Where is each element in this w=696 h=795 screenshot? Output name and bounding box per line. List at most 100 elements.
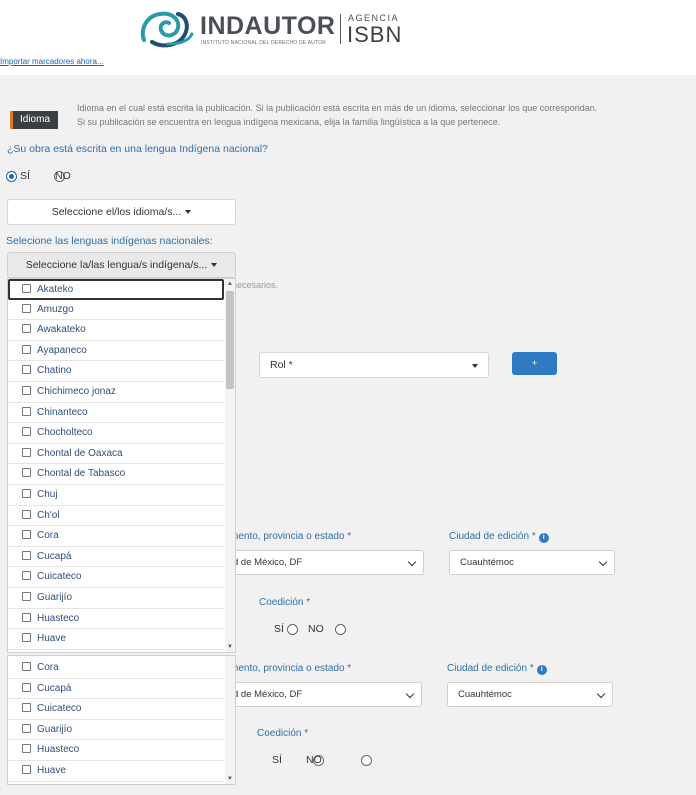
language-option[interactable]: Chontal de Oaxaca xyxy=(8,444,224,465)
language-option[interactable]: Amuzgo xyxy=(8,300,224,321)
language-option[interactable]: Cucapá xyxy=(8,679,224,700)
checkbox-icon[interactable] xyxy=(22,447,31,457)
language-option-label: Cora xyxy=(37,530,59,542)
language-option[interactable]: Huasteco xyxy=(8,609,224,630)
region-select[interactable]: d de México, DF xyxy=(222,550,424,575)
caret-down-icon xyxy=(211,263,218,268)
checkbox-icon[interactable] xyxy=(22,386,31,395)
region-label: mento, provincia o estado * xyxy=(230,663,352,674)
language-option[interactable]: Chichimeco jonaz xyxy=(8,382,224,403)
language-option-label: Guarijío xyxy=(37,723,73,735)
region-value: d de México, DF xyxy=(233,557,303,568)
language-option-label: Chontal de Tabasco xyxy=(37,468,126,480)
checkbox-icon[interactable] xyxy=(22,489,31,498)
language-option[interactable]: Cora xyxy=(8,658,224,679)
add-role-button[interactable]: + xyxy=(512,352,557,375)
language-option[interactable]: Huave xyxy=(8,629,224,650)
checkbox-icon[interactable] xyxy=(22,427,31,437)
checkbox-icon[interactable] xyxy=(22,365,31,375)
indigenous-yes-radio[interactable] xyxy=(6,171,17,182)
checkbox-icon[interactable] xyxy=(22,468,31,478)
language-option[interactable]: Cuicateco xyxy=(8,699,224,720)
checkbox-icon[interactable] xyxy=(22,682,31,692)
info-icon[interactable]: i xyxy=(538,533,549,543)
language-option[interactable]: Cora xyxy=(8,526,224,547)
region-select[interactable]: d de México, DF xyxy=(222,682,422,707)
indigenous-language-dropdown[interactable]: Akateko Amuzgo Awakateko Ayapaneco Chatino Ch… xyxy=(7,278,236,653)
language-option[interactable]: Huasteco xyxy=(8,740,224,761)
checkbox-icon[interactable] xyxy=(22,662,31,671)
indigenous-language-select[interactable]: Seleccione la/las lengua/s indígena/s... xyxy=(7,252,236,278)
idioma-badge: Idioma xyxy=(10,111,58,129)
language-option[interactable]: Chatino xyxy=(8,361,224,382)
import-bookmarks-link[interactable]: Importar marcadores ahora... xyxy=(0,57,104,66)
scrollbar[interactable]: ▼ xyxy=(225,656,235,784)
city-select[interactable]: Cuauhtémoc xyxy=(447,682,613,707)
language-option[interactable]: Chuj xyxy=(8,485,224,506)
checkbox-icon[interactable] xyxy=(22,344,31,354)
checkbox-icon[interactable] xyxy=(22,324,31,334)
isbn-label: ISBN xyxy=(347,22,403,47)
checkbox-icon[interactable] xyxy=(22,550,31,560)
chevron-down-icon xyxy=(405,689,415,699)
language-option[interactable]: Ayapaneco xyxy=(8,341,224,362)
language-option-label: Cuicateco xyxy=(37,571,82,583)
checkbox-icon[interactable] xyxy=(22,592,31,601)
role-select-label: Rol * xyxy=(270,359,293,371)
checkbox-icon[interactable] xyxy=(22,765,31,774)
required-note: necesarios. xyxy=(232,280,279,290)
indigenous-no-label[interactable]: NO xyxy=(55,170,71,182)
language-option[interactable]: Cuicateco xyxy=(8,567,224,588)
city-label: Ciudad de edición * i xyxy=(447,663,547,675)
checkbox-icon[interactable] xyxy=(22,703,31,713)
language-option[interactable]: Huave xyxy=(8,761,224,782)
language-option[interactable]: Ch'ol xyxy=(8,506,224,527)
city-value: Cuauhtémoc xyxy=(460,557,514,568)
language-option-label: Guarijío xyxy=(37,592,73,603)
region-label: mento, provincia o estado * xyxy=(230,531,352,542)
language-option-label: Awakateko xyxy=(37,324,86,336)
checkbox-icon[interactable] xyxy=(22,723,31,733)
language-select-label: Seleccione el/los idioma/s... xyxy=(51,206,182,218)
caret-down-icon xyxy=(185,210,192,215)
scroll-down-icon[interactable]: ▼ xyxy=(227,776,233,782)
checkbox-icon[interactable] xyxy=(22,406,31,416)
chevron-down-icon xyxy=(407,557,417,567)
language-option[interactable]: Guarijío xyxy=(8,588,224,609)
role-select[interactable]: Rol * xyxy=(259,352,489,378)
language-option[interactable]: Guarijío xyxy=(8,720,224,741)
checkbox-icon[interactable] xyxy=(22,612,31,622)
language-option-label: Huave xyxy=(37,633,66,645)
scrollbar[interactable]: ▲ ▼ xyxy=(225,279,235,652)
info-icon[interactable]: i xyxy=(536,665,547,675)
checkbox-icon[interactable] xyxy=(22,571,31,581)
language-option[interactable]: Akateko xyxy=(8,279,224,300)
language-option[interactable]: Awakateko xyxy=(8,320,224,341)
checkbox-icon[interactable] xyxy=(22,633,31,643)
coedition-yes-label[interactable]: SÍ xyxy=(274,623,284,635)
language-select[interactable]: Seleccione el/los idioma/s... xyxy=(7,199,236,225)
checkbox-icon[interactable] xyxy=(22,530,31,540)
checkbox-icon[interactable] xyxy=(22,509,31,519)
checkbox-icon[interactable] xyxy=(22,284,31,293)
coedition-yes-label[interactable]: SÍ xyxy=(272,754,282,766)
language-option[interactable]: Chinanteco xyxy=(8,403,224,424)
scroll-up-icon[interactable]: ▲ xyxy=(227,281,233,287)
coedition-no-label[interactable]: NO xyxy=(308,623,324,635)
language-option-label: Huasteco xyxy=(37,744,80,756)
language-option[interactable]: Cucapá xyxy=(8,547,224,568)
scrollbar-thumb[interactable] xyxy=(226,291,234,389)
language-option-label: Chontal de Oaxaca xyxy=(37,447,123,459)
indigenous-yes-label[interactable]: SÍ xyxy=(20,170,30,182)
language-option[interactable]: Chocholteco xyxy=(8,423,224,444)
language-option[interactable]: Chontal de Tabasco xyxy=(8,464,224,485)
city-select[interactable]: Cuauhtémoc xyxy=(449,550,615,575)
coedition-no-label[interactable]: NO xyxy=(306,754,322,766)
coedition-label: Coedición * xyxy=(259,597,311,608)
coedition-label: Coedición * xyxy=(257,728,309,739)
scroll-down-icon[interactable]: ▼ xyxy=(227,644,233,650)
language-option-label: Chichimeco jonaz xyxy=(37,386,116,397)
checkbox-icon[interactable] xyxy=(22,303,31,313)
checkbox-icon[interactable] xyxy=(22,744,31,754)
indigenous-language-dropdown-overflow[interactable]: Cora Cucapá Cuicateco Guarijío Huasteco Huave… xyxy=(7,655,236,785)
